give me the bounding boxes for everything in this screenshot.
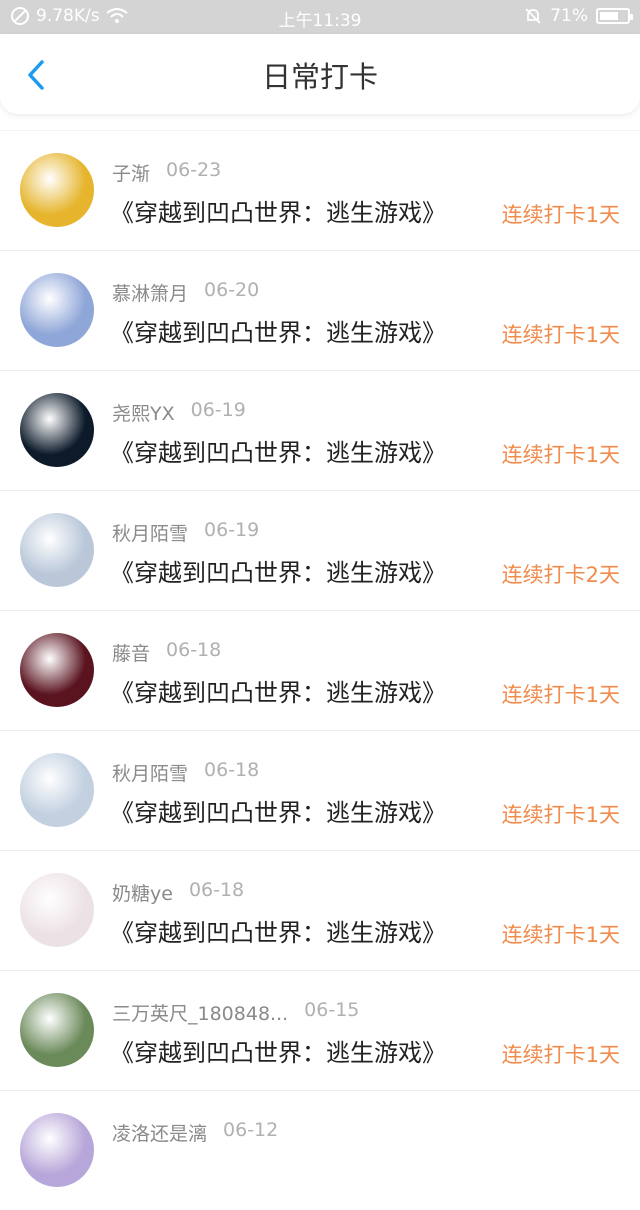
user-name[interactable]: 藤音 — [112, 639, 150, 666]
avatar[interactable] — [20, 153, 94, 227]
user-meta: 尧熙YX 06-19 — [112, 399, 246, 426]
checkin-list: 子渐 06-23 《穿越到凹凸世界：逃生游戏》 连续打卡1天 慕淋箫月 06-20 《穿越到… — [0, 130, 640, 1210]
avatar[interactable] — [20, 993, 94, 1067]
book-title[interactable]: 《穿越到凹凸世界：逃生游戏》 — [110, 913, 446, 948]
book-title[interactable]: 《穿越到凹凸世界：逃生游戏》 — [110, 193, 446, 228]
book-title[interactable]: 《穿越到凹凸世界：逃生游戏》 — [110, 433, 446, 468]
checkin-date: 06-23 — [166, 159, 222, 181]
user-meta: 三万英尺_180848... 06-15 — [112, 999, 359, 1026]
avatar[interactable] — [20, 393, 94, 467]
streak-label: 连续打卡1天 — [501, 683, 620, 707]
mute-bell-icon — [525, 8, 541, 24]
avatar[interactable] — [20, 753, 94, 827]
user-name[interactable]: 秋月陌雪 — [112, 519, 188, 546]
list-item[interactable]: 尧熙YX 06-19 《穿越到凹凸世界：逃生游戏》 连续打卡1天 — [0, 370, 640, 490]
book-title[interactable]: 《穿越到凹凸世界：逃生游戏》 — [110, 793, 446, 828]
checkin-date: 06-18 — [204, 759, 260, 781]
streak-label: 连续打卡2天 — [501, 563, 620, 587]
user-name[interactable]: 奶糖ye — [112, 879, 173, 906]
streak-label: 连续打卡1天 — [501, 803, 620, 827]
user-meta: 藤音 06-18 — [112, 639, 221, 666]
user-meta: 秋月陌雪 06-19 — [112, 519, 259, 546]
list-item[interactable]: 秋月陌雪 06-19 《穿越到凹凸世界：逃生游戏》 连续打卡2天 — [0, 490, 640, 610]
user-meta: 凌洛还是漓 06-12 — [112, 1119, 278, 1146]
list-item[interactable]: 秋月陌雪 06-18 《穿越到凹凸世界：逃生游戏》 连续打卡1天 — [0, 730, 640, 850]
list-item[interactable]: 藤音 06-18 《穿越到凹凸世界：逃生游戏》 连续打卡1天 — [0, 610, 640, 730]
checkin-date: 06-15 — [304, 999, 360, 1021]
book-title[interactable]: 《穿越到凹凸世界：逃生游戏》 — [110, 673, 446, 708]
user-name[interactable]: 子渐 — [112, 159, 150, 186]
streak-label: 连续打卡1天 — [501, 323, 620, 347]
user-name[interactable]: 凌洛还是漓 — [112, 1119, 207, 1146]
avatar[interactable] — [20, 873, 94, 947]
checkin-date: 06-12 — [223, 1119, 279, 1141]
book-title[interactable]: 《穿越到凹凸世界：逃生游戏》 — [110, 313, 446, 348]
user-name[interactable]: 尧熙YX — [112, 399, 175, 426]
user-meta: 奶糖ye 06-18 — [112, 879, 244, 906]
status-bar: 9.78K/s 上午11:39 71% — [0, 0, 640, 34]
checkin-date: 06-18 — [166, 639, 222, 661]
user-meta: 秋月陌雪 06-18 — [112, 759, 259, 786]
list-item[interactable]: 三万英尺_180848... 06-15 《穿越到凹凸世界：逃生游戏》 连续打卡1天 — [0, 970, 640, 1090]
book-title[interactable]: 《穿越到凹凸世界：逃生游戏》 — [110, 1033, 446, 1068]
book-title[interactable]: 《穿越到凹凸世界：逃生游戏》 — [110, 553, 446, 588]
checkin-date: 06-20 — [204, 279, 260, 301]
user-name[interactable]: 秋月陌雪 — [112, 759, 188, 786]
list-item[interactable]: 凌洛还是漓 06-12 — [0, 1090, 640, 1210]
battery-percent: 71% — [550, 6, 588, 26]
battery-icon — [596, 8, 633, 24]
streak-label: 连续打卡1天 — [501, 203, 620, 227]
avatar[interactable] — [20, 273, 94, 347]
list-item[interactable]: 慕淋箫月 06-20 《穿越到凹凸世界：逃生游戏》 连续打卡1天 — [0, 250, 640, 370]
streak-label: 连续打卡1天 — [501, 1043, 620, 1067]
user-meta: 慕淋箫月 06-20 — [112, 279, 259, 306]
streak-label: 连续打卡1天 — [501, 443, 620, 467]
streak-label: 连续打卡1天 — [501, 923, 620, 947]
user-meta: 子渐 06-23 — [112, 159, 221, 186]
checkin-date: 06-19 — [190, 399, 246, 421]
page-title: 日常打卡 — [261, 60, 378, 94]
avatar[interactable] — [20, 1113, 94, 1187]
user-name[interactable]: 慕淋箫月 — [112, 279, 188, 306]
nav-bar: 日常打卡 — [0, 34, 640, 114]
list-item[interactable]: 子渐 06-23 《穿越到凹凸世界：逃生游戏》 连续打卡1天 — [0, 130, 640, 250]
avatar[interactable] — [20, 513, 94, 587]
avatar[interactable] — [20, 633, 94, 707]
checkin-date: 06-18 — [188, 879, 245, 901]
user-name[interactable]: 三万英尺_180848... — [112, 999, 288, 1026]
checkin-date: 06-19 — [204, 519, 260, 541]
list-item[interactable]: 奶糖ye 06-18 《穿越到凹凸世界：逃生游戏》 连续打卡1天 — [0, 850, 640, 970]
